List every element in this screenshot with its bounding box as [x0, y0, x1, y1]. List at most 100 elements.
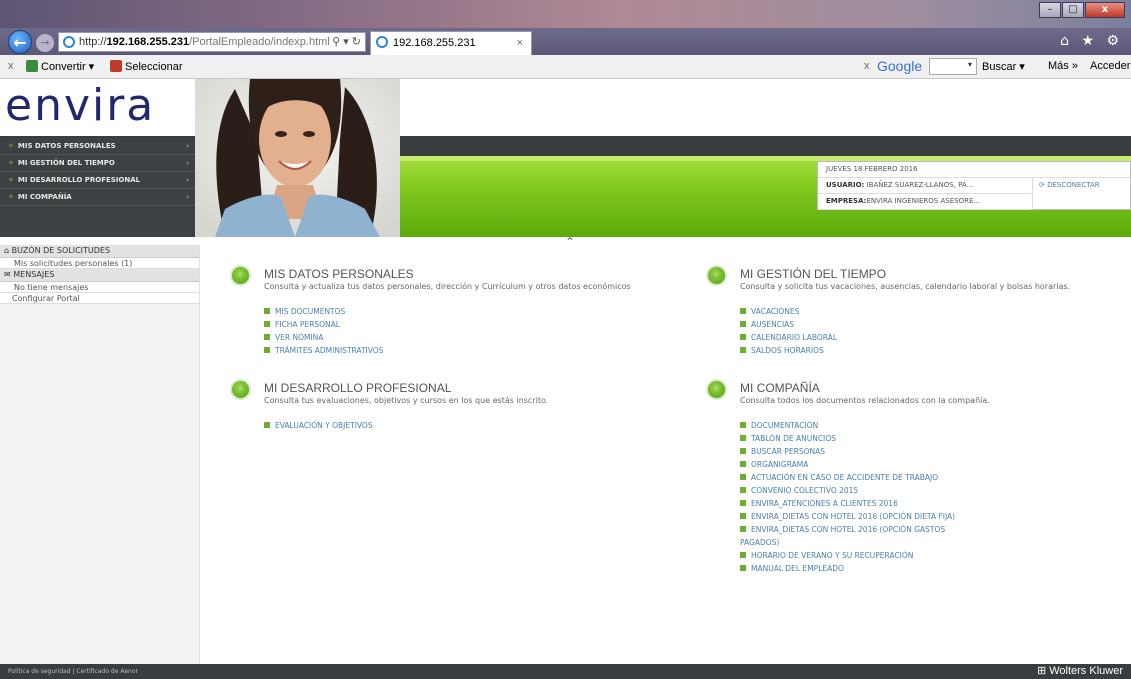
company-row: EMPRESA:ENVIRA INGENIEROS ASESORE...: [818, 194, 1031, 210]
seleccionar-button[interactable]: Seleccionar: [110, 60, 182, 73]
mas-button[interactable]: Más »: [1048, 60, 1078, 72]
link-mis-documentos[interactable]: MIS DOCUMENTOS: [264, 305, 383, 318]
link-label: ACTUACIÓN EN CASO DE ACCIDENTE DE TRABAJ…: [751, 473, 939, 482]
link-label: MIS DOCUMENTOS: [275, 307, 346, 316]
google-dropdown-icon[interactable]: ▾: [968, 60, 972, 69]
link-evaluacion[interactable]: EVALUACIÓN Y OBJETIVOS: [264, 419, 373, 432]
configurar-portal-link[interactable]: Configurar Portal: [0, 293, 199, 304]
menu-item-mis-datos[interactable]: ✧ MIS DATOS PERSONALES ›: [0, 138, 195, 155]
link-dietas-fija[interactable]: ENVIRA_DIETAS CON HOTEL 2016 (OPCIÓN DIE…: [740, 510, 970, 523]
link-convenio[interactable]: CONVENIO COLECTIVO 2015: [740, 484, 970, 497]
bullet-icon: [740, 500, 746, 506]
link-label: HORARIO DE VERANO Y SU RECUPERACIÓN: [751, 551, 914, 560]
section-links: EVALUACIÓN Y OBJETIVOS: [264, 419, 373, 432]
link-label: EVALUACIÓN Y OBJETIVOS: [275, 421, 373, 430]
portal-page: envira ✧ MIS DATOS PERSONALES › ✧ MI GESTIÓ…: [0, 79, 1131, 679]
section-title[interactable]: MIS DATOS PERSONALES: [264, 267, 414, 281]
section-icon[interactable]: ⁘: [230, 379, 251, 400]
link-ver-nomina[interactable]: VER NÓMINA: [264, 331, 383, 344]
bullet-icon: [740, 347, 746, 353]
link-label: FICHA PERSONAL: [275, 320, 340, 329]
bullet-icon: [740, 487, 746, 493]
tab-active[interactable]: 192.168.255.231 ×: [370, 31, 532, 55]
address-bar[interactable]: http://192.168.255.231/PortalEmpleado/in…: [58, 32, 366, 52]
google-close-icon[interactable]: x: [864, 60, 870, 72]
link-actuacion-accidente[interactable]: ACTUACIÓN EN CASO DE ACCIDENTE DE TRABAJ…: [740, 471, 970, 484]
address-prefix: http://: [79, 36, 107, 48]
bullet-icon: [740, 513, 746, 519]
acceder-button[interactable]: Acceder: [1090, 60, 1130, 72]
chevron-right-icon: ›: [186, 159, 189, 167]
tab-close-icon[interactable]: ×: [517, 32, 523, 54]
link-horario-verano[interactable]: HORARIO DE VERANO Y SU RECUPERACIÓN: [740, 549, 970, 562]
menu-item-desarrollo[interactable]: ✧ MI DESARROLLO PROFESIONAL ›: [0, 172, 195, 189]
bullet-icon: [740, 552, 746, 558]
link-label: MANUAL DEL EMPLEADO: [751, 564, 844, 573]
left-sidebar: ⌂ BUZÓN DE SOLICITUDES Mis solicitudes p…: [0, 245, 200, 664]
section-title[interactable]: MI COMPAÑÍA: [740, 381, 820, 395]
buzon-header[interactable]: ⌂ BUZÓN DE SOLICITUDES: [0, 245, 199, 258]
section-title[interactable]: MI DESARROLLO PROFESIONAL: [264, 381, 451, 395]
ie-icon: [63, 36, 75, 48]
user-row: USUARIO: IBAÑEZ SUAREZ-LLANOS, PA...: [818, 178, 1031, 194]
chevron-right-icon: ›: [186, 176, 189, 184]
close-window-button[interactable]: x: [1085, 2, 1125, 18]
bullet-icon: [264, 422, 270, 428]
link-label: AUSENCIAS: [751, 320, 795, 329]
star-icon: ✧: [8, 176, 14, 184]
link-label: VER NÓMINA: [275, 333, 324, 342]
menu-item-compania[interactable]: ✧ MI COMPAÑÍA ›: [0, 189, 195, 206]
no-mensajes-text: No tiene mensajes: [0, 282, 199, 293]
section-title[interactable]: MI GESTIÓN DEL TIEMPO: [740, 267, 886, 281]
link-tramites[interactable]: TRÁMITES ADMINISTRATIVOS: [264, 344, 383, 357]
section-icon[interactable]: ⁘: [706, 379, 727, 400]
menu-item-label: MI GESTIÓN DEL TIEMPO: [17, 159, 115, 167]
banner-bottom-gap: [200, 237, 1131, 245]
link-label: DOCUMENTACIÓN: [751, 421, 819, 430]
browser-navbar: ← → http://192.168.255.231/PortalEmplead…: [0, 28, 1131, 55]
section-links: MIS DOCUMENTOS FICHA PERSONAL VER NÓMINA…: [264, 305, 383, 357]
link-organigrama[interactable]: ORGANIGRAMA: [740, 458, 970, 471]
woman-photo-illustration: [195, 79, 400, 237]
buscar-button[interactable]: Buscar ▾: [982, 60, 1025, 73]
toolbar-close-icon[interactable]: x: [8, 60, 14, 72]
ie-icon: [376, 36, 388, 48]
link-calendario[interactable]: CALENDARIO LABORAL: [740, 331, 837, 344]
minimize-button[interactable]: –: [1039, 2, 1061, 18]
link-atenciones-clientes[interactable]: ENVIRA_ATENCIONES A CLIENTES 2016: [740, 497, 970, 510]
link-label: ENVIRA_DIETAS CON HOTEL 2016 (OPCIÓN GAS…: [740, 525, 946, 547]
footer: Política de seguridad | Certificado de A…: [0, 664, 1131, 679]
link-vacaciones[interactable]: VACACIONES: [740, 305, 837, 318]
forward-button[interactable]: →: [36, 34, 54, 52]
link-dietas-gastos[interactable]: ENVIRA_DIETAS CON HOTEL 2016 (OPCIÓN GAS…: [740, 523, 970, 549]
chevron-right-icon: ›: [186, 193, 189, 201]
bullet-icon: [740, 474, 746, 480]
address-tools-icon[interactable]: ⚲ ▾ ↻: [332, 33, 361, 51]
link-label: VACACIONES: [751, 307, 800, 316]
menu-item-gestion-tiempo[interactable]: ✧ MI GESTIÓN DEL TIEMPO ›: [0, 155, 195, 172]
link-ausencias[interactable]: AUSENCIAS: [740, 318, 837, 331]
link-manual-empleado[interactable]: MANUAL DEL EMPLEADO: [740, 562, 970, 575]
maximize-button[interactable]: □: [1062, 2, 1084, 18]
convertir-button[interactable]: Convertir ▾: [26, 60, 94, 73]
link-buscar-personas[interactable]: BUSCAR PERSONAS: [740, 445, 970, 458]
bullet-icon: [740, 448, 746, 454]
bullet-icon: [740, 422, 746, 428]
mis-solicitudes-link[interactable]: Mis solicitudes personales (1): [0, 258, 199, 269]
section-icon[interactable]: ⁘: [706, 265, 727, 286]
mensajes-header[interactable]: ✉ MENSAJES: [0, 269, 199, 282]
section-description: Consulta y solicita tus vacaciones, ause…: [740, 282, 1071, 291]
footer-links[interactable]: Política de seguridad | Certificado de A…: [8, 668, 138, 675]
disconnect-link[interactable]: ⟳ DESCONECTAR: [1032, 178, 1100, 210]
bullet-icon: [740, 461, 746, 467]
current-date: JUEVES 18 FEBRERO 2016: [826, 165, 918, 173]
back-button[interactable]: ←: [8, 30, 32, 54]
home-favorites-settings-icons[interactable]: ⌂ ★ ⚙: [1060, 33, 1123, 49]
link-ficha-personal[interactable]: FICHA PERSONAL: [264, 318, 383, 331]
section-icon[interactable]: ⁘: [230, 265, 251, 286]
link-saldos[interactable]: SALDOS HORARIOS: [740, 344, 837, 357]
link-documentacion[interactable]: DOCUMENTACIÓN: [740, 419, 970, 432]
link-tablon[interactable]: TABLÓN DE ANUNCIOS: [740, 432, 970, 445]
link-label: CONVENIO COLECTIVO 2015: [751, 486, 859, 495]
envira-logo[interactable]: envira: [5, 81, 155, 131]
